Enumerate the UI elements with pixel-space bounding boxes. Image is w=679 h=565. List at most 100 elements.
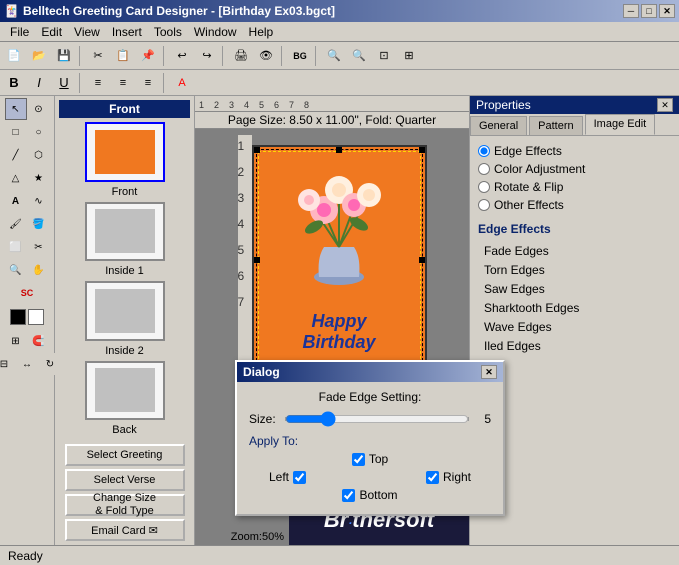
underline-button[interactable]: U [52,72,76,94]
maximize-button[interactable]: □ [641,4,657,18]
snap-tool[interactable]: 🧲 [28,330,50,352]
paste-button[interactable]: 📌 [136,45,160,67]
size-slider-track[interactable] [285,417,469,421]
radio-rotate-flip[interactable] [478,181,490,193]
cut-button[interactable]: ✂ [86,45,110,67]
sep1 [79,46,83,66]
sharktooth-edges-button[interactable]: Sharktooth Edges [478,299,671,317]
zoom-in-button[interactable]: 🔍 [322,45,346,67]
flip-tool[interactable]: ↔ [16,353,38,375]
change-size-button[interactable]: Change Size& Fold Type [65,494,185,516]
top-checkbox-label[interactable]: Top [352,452,388,466]
dialog-close-button[interactable]: ✕ [481,365,497,379]
option-color-adjustment[interactable]: Color Adjustment [478,162,671,176]
right-checkbox-label[interactable]: Right [426,470,471,484]
redo-button[interactable]: ↪ [195,45,219,67]
undo-button[interactable]: ↩ [170,45,194,67]
thumb-inside1[interactable] [85,202,165,262]
thumb-inside2[interactable] [85,281,165,341]
arrange-tool[interactable]: ⊟ [0,353,15,375]
grid-tool[interactable]: ⊞ [5,330,27,352]
menu-help[interactable]: Help [243,23,280,41]
thumb-back[interactable] [85,361,165,421]
save-button[interactable]: 💾 [52,45,76,67]
tab-image-edit[interactable]: Image Edit [585,114,656,135]
star-tool[interactable]: ★ [28,167,50,189]
open-button[interactable]: 📂 [27,45,51,67]
eraser-tool[interactable]: ⬜ [5,236,27,258]
left-checkbox[interactable] [293,471,306,484]
triangle-tool[interactable]: △ [5,167,27,189]
select-verse-button[interactable]: Select Verse [65,469,185,491]
paint-tool[interactable]: 🖌 [5,213,27,235]
radio-edge-effects[interactable] [478,145,490,157]
close-button[interactable]: ✕ [659,4,675,18]
bg-color[interactable] [28,309,44,325]
top-checkbox[interactable] [352,453,365,466]
left-checkbox-label[interactable]: Left [269,470,306,484]
option-edge-effects[interactable]: Edge Effects [478,144,671,158]
bg-button[interactable]: BG [288,45,312,67]
option-other-effects[interactable]: Other Effects [478,198,671,212]
text-tool[interactable]: A [5,190,27,212]
handle-tr[interactable] [419,147,425,153]
zoom-100-button[interactable]: ⊞ [397,45,421,67]
right-checkbox[interactable] [426,471,439,484]
color-button[interactable]: A [170,72,194,94]
minimize-button[interactable]: ─ [623,4,639,18]
properties-close-button[interactable]: ✕ [657,98,673,112]
card-canvas[interactable]: HappyBirthday [252,145,427,375]
fade-edges-button[interactable]: Fade Edges [478,242,671,260]
crop-tool[interactable]: ✂ [28,236,50,258]
radio-color-adjustment[interactable] [478,163,490,175]
align-left-button[interactable]: ≡ [86,72,110,94]
align-center-button[interactable]: ≡ [111,72,135,94]
thumb-front[interactable] [85,122,165,182]
bottom-checkbox-label[interactable]: Bottom [342,488,397,502]
tab-pattern[interactable]: Pattern [529,116,582,135]
torn-edges-button[interactable]: Torn Edges [478,261,671,279]
handle-rc[interactable] [419,257,425,263]
title-bar-buttons[interactable]: ─ □ ✕ [623,4,675,18]
bold-button[interactable]: B [2,72,26,94]
curve-tool[interactable]: ∿ [28,190,50,212]
menu-edit[interactable]: Edit [35,23,68,41]
new-button[interactable]: 📄 [2,45,26,67]
handle-tc[interactable] [336,147,342,153]
wave-edges-button[interactable]: Wave Edges [478,318,671,336]
sc-button[interactable]: SC [16,282,38,304]
poly-tool[interactable]: ⬡ [28,144,50,166]
hand-tool[interactable]: ✋ [28,259,50,281]
tab-general[interactable]: General [470,116,527,135]
fill-tool[interactable]: 🪣 [28,213,50,235]
radio-other-effects[interactable] [478,199,490,211]
preview-button[interactable]: 👁 [254,45,278,67]
zoom-out-button[interactable]: 🔍 [347,45,371,67]
align-right-button[interactable]: ≡ [136,72,160,94]
handle-lc[interactable] [254,257,260,263]
option-rotate-flip[interactable]: Rotate & Flip [478,180,671,194]
menu-view[interactable]: View [68,23,106,41]
menu-window[interactable]: Window [188,23,243,41]
iled-edges-button[interactable]: Iled Edges [478,337,671,355]
size-slider[interactable] [285,411,469,427]
saw-edges-button[interactable]: Saw Edges [478,280,671,298]
print-button[interactable]: 🖨 [229,45,253,67]
menu-file[interactable]: File [4,23,35,41]
select-tool[interactable]: ↖ [5,98,27,120]
bottom-checkbox[interactable] [342,489,355,502]
italic-button[interactable]: I [27,72,51,94]
zoom-tool[interactable]: 🔍 [5,259,27,281]
email-card-button[interactable]: Email Card ✉ [65,519,185,541]
fg-color[interactable] [10,309,26,325]
menu-tools[interactable]: Tools [148,23,188,41]
handle-tl[interactable] [254,147,260,153]
select-greeting-button[interactable]: Select Greeting [65,444,185,466]
ellipse-tool[interactable]: ○ [28,121,50,143]
rect-tool[interactable]: □ [5,121,27,143]
line-tool[interactable]: ╱ [5,144,27,166]
zoom-fit-button[interactable]: ⊡ [372,45,396,67]
copy-button[interactable]: 📋 [111,45,135,67]
lasso-tool[interactable]: ⊙ [28,98,50,120]
menu-insert[interactable]: Insert [106,23,148,41]
